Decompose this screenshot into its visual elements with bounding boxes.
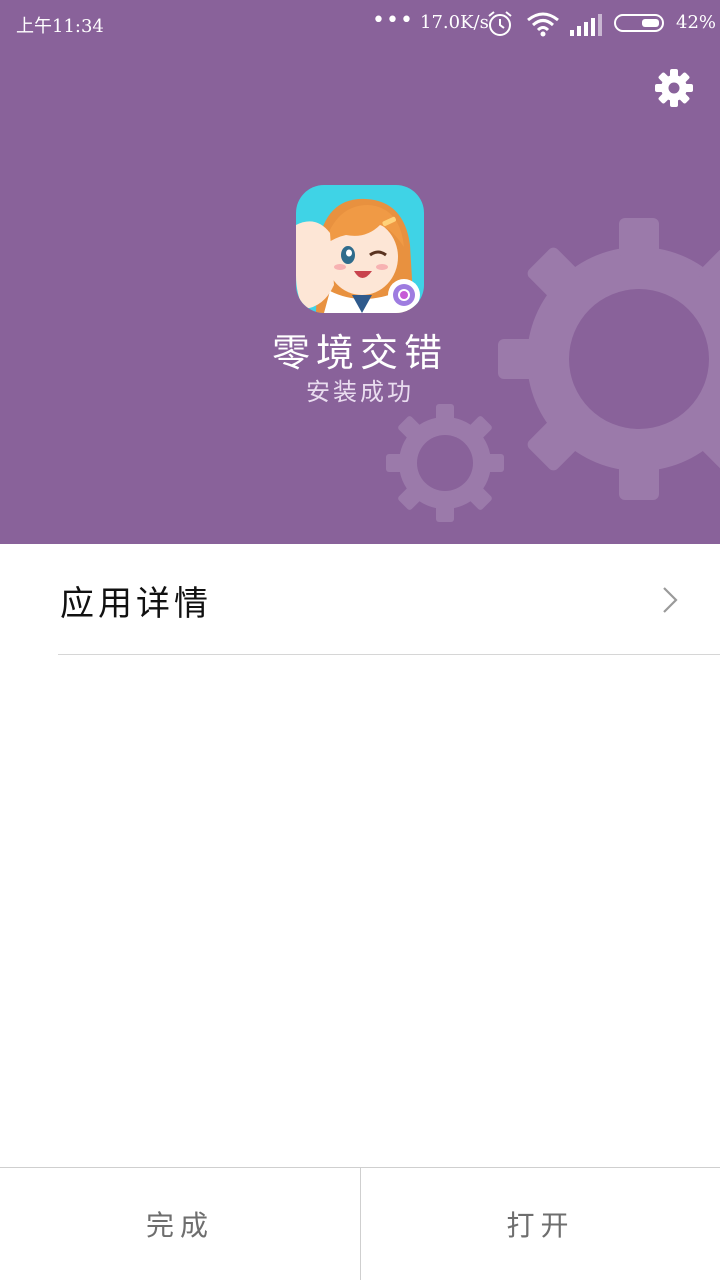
bottom-action-bar: 完成 打开 bbox=[0, 1167, 720, 1280]
status-bar: 上午11:34 ••• 17.0K/s 42% bbox=[0, 0, 720, 46]
gear-icon[interactable] bbox=[654, 68, 694, 108]
alarm-icon bbox=[488, 11, 512, 36]
chevron-right-icon bbox=[663, 587, 678, 613]
app-details-label: 应用详情 bbox=[60, 584, 212, 624]
row-divider bbox=[58, 654, 720, 655]
small-gear-decoration-icon bbox=[386, 404, 504, 522]
network-speed: 17.0K/s bbox=[420, 12, 489, 33]
wifi-icon bbox=[527, 12, 559, 37]
app-details-row[interactable]: 应用详情 bbox=[0, 544, 720, 654]
signal-strength-icon bbox=[570, 14, 602, 36]
battery-level-fill bbox=[642, 19, 659, 27]
battery-icon bbox=[614, 14, 664, 32]
header-banner: 上午11:34 ••• 17.0K/s 42% 零境交错 安装成功 bbox=[0, 0, 720, 544]
app-icon bbox=[296, 185, 424, 313]
open-button[interactable]: 打开 bbox=[360, 1168, 720, 1280]
install-status-text: 安装成功 bbox=[306, 378, 414, 406]
battery-percent: 42% bbox=[676, 12, 717, 33]
app-name: 零境交错 bbox=[271, 331, 448, 375]
done-button[interactable]: 完成 bbox=[0, 1168, 360, 1280]
status-time: 上午11:34 bbox=[16, 16, 104, 37]
more-notifications-icon: ••• bbox=[372, 8, 414, 33]
